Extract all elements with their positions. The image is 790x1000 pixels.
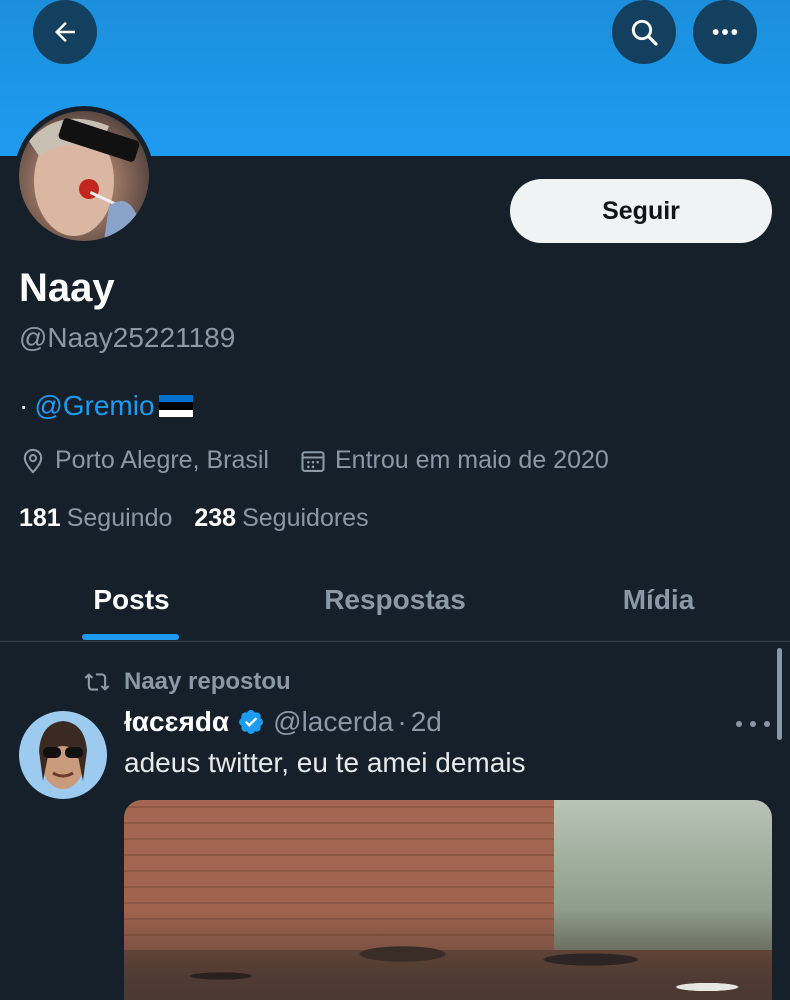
profile-meta: Porto Alegre, Brasil Entrou em maio de 2… [19,446,609,475]
ellipsis-dot [764,721,770,727]
arrow-left-icon [55,22,75,42]
tab-replies[interactable]: Respostas [263,560,527,640]
follow-button[interactable]: Seguir [510,179,772,243]
location-item: Porto Alegre, Brasil [19,446,269,475]
repost-indicator[interactable]: Naay repostou [82,668,291,696]
profile-tabs: Posts Respostas Mídia [0,560,790,642]
tweet-author-handle[interactable]: @lacerda [273,706,393,738]
profile-handle: @Naay25221189 [19,322,236,353]
ellipsis-icon [736,721,742,727]
bio-prefix: · [19,390,29,421]
estonia-flag-icon [158,395,193,417]
following-count: 181 [19,504,61,532]
profile-stats: 181 Seguindo 238 Seguidores [19,504,369,533]
verified-badge-icon [237,708,265,736]
tweet-timestamp[interactable]: 2d [411,706,442,738]
following-label: Seguindo [66,504,173,532]
profile-avatar-image [19,111,149,241]
search-icon [631,19,658,46]
followers-link[interactable]: 238 Seguidores [194,504,368,533]
joined-text: Entrou em maio de 2020 [335,446,609,474]
calendar-icon [301,450,325,472]
ellipsis-dot [750,721,756,727]
followers-label: Seguidores [242,504,369,532]
ellipsis-icon [712,29,738,35]
more-options-button[interactable] [693,0,757,64]
media-crowd [124,910,772,1000]
scrollbar[interactable] [777,648,782,740]
followers-count: 238 [194,504,237,532]
tweet-separator: · [397,706,407,737]
tweet-avatar-portrait [19,711,107,799]
joined-item: Entrou em maio de 2020 [299,446,609,475]
profile-avatar[interactable] [14,106,154,246]
bio-mention-link[interactable]: @Gremio [34,390,154,422]
tweet-author-avatar[interactable] [19,711,107,799]
tweet-text: adeus twitter, eu te amei demais [124,747,526,778]
location-pin-icon [23,448,43,474]
search-button[interactable] [612,0,676,64]
tweet-media-video[interactable] [124,800,772,1000]
tweet-header: łαcɛяdα @lacerda · 2d [124,706,442,738]
profile-bio: · @Gremio [19,390,193,422]
active-tab-indicator [82,634,179,640]
following-link[interactable]: 181 Seguindo [19,504,172,533]
avatar-portrait [29,118,140,241]
tweet-author-name[interactable]: łαcɛяdα [124,706,229,738]
profile-name: Naay [19,266,115,310]
tweet-more-button[interactable] [736,712,770,736]
location-text: Porto Alegre, Brasil [55,446,269,474]
repost-icon [84,673,110,691]
back-button[interactable] [33,0,97,64]
tab-posts[interactable]: Posts [0,560,263,640]
repost-label: Naay repostou [124,668,291,695]
tab-media[interactable]: Mídia [527,560,790,640]
